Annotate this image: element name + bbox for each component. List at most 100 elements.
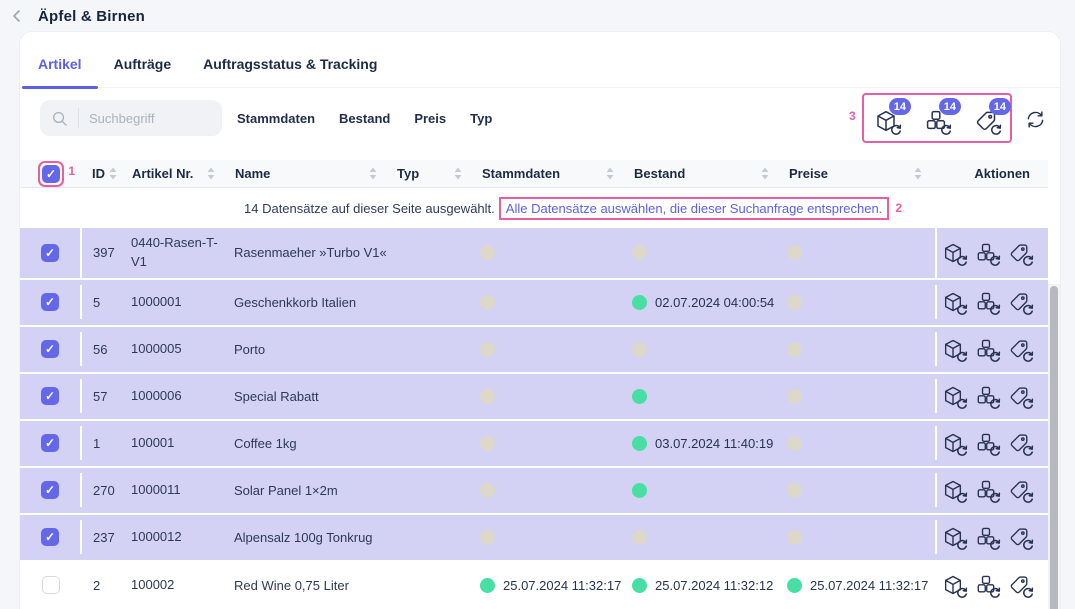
row-sync-bestand-button[interactable] — [975, 479, 997, 501]
tag-sync-icon — [1008, 338, 1030, 360]
row-sync-preise-button[interactable] — [1008, 242, 1030, 264]
row-sync-bestand-button[interactable] — [975, 574, 997, 596]
tab-artikel[interactable]: Artikel — [22, 56, 98, 87]
status-dot — [632, 389, 647, 404]
row-checkbox[interactable] — [41, 528, 59, 546]
sync-bestand-button[interactable]: 14 — [924, 109, 948, 133]
row-checkbox[interactable] — [42, 576, 60, 594]
cell-bestand-status: 03.07.2024 11:40:19 — [627, 426, 782, 460]
row-sync-preise-button[interactable] — [1008, 432, 1030, 454]
cell-typ — [390, 568, 475, 602]
row-sync-stammdaten-button[interactable] — [942, 242, 964, 264]
status-dot — [787, 436, 802, 451]
row-checkbox[interactable] — [41, 293, 59, 311]
cell-name: Alpensalz 100g Tonkrug — [228, 520, 390, 554]
sync-stammdaten-button[interactable]: 14 — [874, 109, 898, 133]
cell-id: 57 — [82, 379, 125, 413]
status-dot — [632, 342, 647, 357]
column-header-stammdaten: Stammdaten — [482, 166, 560, 181]
column-header-bestand: Bestand — [634, 166, 685, 181]
status-dot — [787, 483, 802, 498]
sort-icon[interactable] — [606, 167, 614, 180]
toolbar: Stammdaten Bestand Preis Typ 3 14 — [20, 88, 1060, 148]
status-dot — [480, 578, 495, 593]
cell-bestand-status — [627, 473, 782, 507]
row-sync-stammdaten-button[interactable] — [942, 385, 964, 407]
row-sync-preise-button[interactable] — [1008, 291, 1030, 313]
scrollbar-track[interactable] — [1048, 284, 1060, 609]
row-checkbox[interactable] — [41, 434, 59, 452]
sync-preise-button[interactable]: 14 — [974, 109, 998, 133]
row-sync-preise-button[interactable] — [1008, 479, 1030, 501]
row-sync-bestand-button[interactable] — [975, 526, 997, 548]
status-date: 25.07.2024 11:32:17 — [503, 578, 621, 593]
cell-actions — [935, 568, 1048, 602]
row-sync-preise-button[interactable] — [1008, 385, 1030, 407]
tab-auftraege[interactable]: Aufträge — [98, 56, 188, 87]
cell-id: 397 — [82, 228, 125, 278]
status-date: 25.07.2024 11:32:12 — [655, 578, 773, 593]
cell-id: 1 — [82, 426, 125, 460]
sort-icon[interactable] — [914, 167, 922, 180]
tag-sync-icon — [1008, 291, 1030, 313]
sort-icon[interactable] — [761, 167, 769, 180]
cell-artikel-nr: 1000005 — [125, 332, 228, 366]
sort-icon[interactable] — [454, 167, 462, 180]
sort-icon[interactable] — [369, 167, 377, 180]
row-sync-preise-button[interactable] — [1008, 574, 1030, 596]
column-header-typ: Typ — [397, 166, 419, 181]
row-sync-bestand-button[interactable] — [975, 242, 997, 264]
filter-preis[interactable]: Preis — [414, 111, 446, 126]
row-sync-bestand-button[interactable] — [975, 385, 997, 407]
row-checkbox[interactable] — [41, 244, 59, 262]
filter-typ[interactable]: Typ — [470, 111, 492, 126]
cell-preise-status — [782, 379, 935, 413]
row-sync-stammdaten-button[interactable] — [942, 574, 964, 596]
annotation-box-3: 14 14 14 — [862, 93, 1012, 143]
cubes-sync-icon — [975, 291, 997, 313]
row-sync-stammdaten-button[interactable] — [942, 338, 964, 360]
row-sync-bestand-button[interactable] — [975, 338, 997, 360]
cell-name: Rasenmaeher »Turbo V1« — [228, 228, 390, 278]
column-header-name: Name — [235, 166, 270, 181]
cell-id: 5 — [82, 285, 125, 319]
status-dot — [787, 295, 802, 310]
filter-bestand[interactable]: Bestand — [339, 111, 390, 126]
status-dot — [480, 389, 495, 404]
sort-icon[interactable] — [207, 167, 215, 180]
select-all-checkbox[interactable] — [42, 165, 60, 183]
refresh-button[interactable] — [1026, 111, 1046, 131]
cell-artikel-nr: 1000011 — [125, 473, 228, 507]
row-sync-preise-button[interactable] — [1008, 526, 1030, 548]
status-date: 03.07.2024 11:40:19 — [655, 436, 773, 451]
row-sync-stammdaten-button[interactable] — [942, 526, 964, 548]
row-sync-stammdaten-button[interactable] — [942, 291, 964, 313]
sync-button-group-annotation: 3 14 14 — [862, 93, 1012, 143]
row-checkbox[interactable] — [41, 340, 59, 358]
status-dot — [632, 436, 647, 451]
cell-artikel-nr: 1000006 — [125, 379, 228, 413]
status-dot — [632, 578, 647, 593]
row-sync-bestand-button[interactable] — [975, 291, 997, 313]
tag-sync-icon — [1008, 479, 1030, 501]
table-row: 237 1000012 Alpensalz 100g Tonkrug — [20, 515, 1048, 562]
topbar: Äpfel & Birnen — [0, 0, 1075, 32]
row-sync-bestand-button[interactable] — [975, 432, 997, 454]
cube-sync-icon — [942, 291, 964, 313]
search-input[interactable] — [79, 111, 222, 126]
back-button[interactable] — [10, 9, 24, 23]
cell-stammdaten-status — [475, 473, 627, 507]
row-checkbox[interactable] — [41, 387, 59, 405]
filter-stammdaten[interactable]: Stammdaten — [237, 111, 315, 126]
row-sync-preise-button[interactable] — [1008, 338, 1030, 360]
scrollbar-thumb[interactable] — [1050, 286, 1058, 609]
row-checkbox[interactable] — [41, 481, 59, 499]
table-row: 2 100002 Red Wine 0,75 Liter 25.07.2024 … — [20, 562, 1048, 609]
row-sync-stammdaten-button[interactable] — [942, 479, 964, 501]
row-sync-stammdaten-button[interactable] — [942, 432, 964, 454]
sort-icon[interactable] — [109, 167, 117, 180]
column-header-id: ID — [92, 166, 105, 181]
tab-auftragsstatus-tracking[interactable]: Auftragsstatus & Tracking — [187, 56, 393, 87]
search-box[interactable] — [40, 100, 222, 136]
select-all-matching-link[interactable]: Alle Datensätze auswählen, die dieser Su… — [506, 201, 883, 216]
